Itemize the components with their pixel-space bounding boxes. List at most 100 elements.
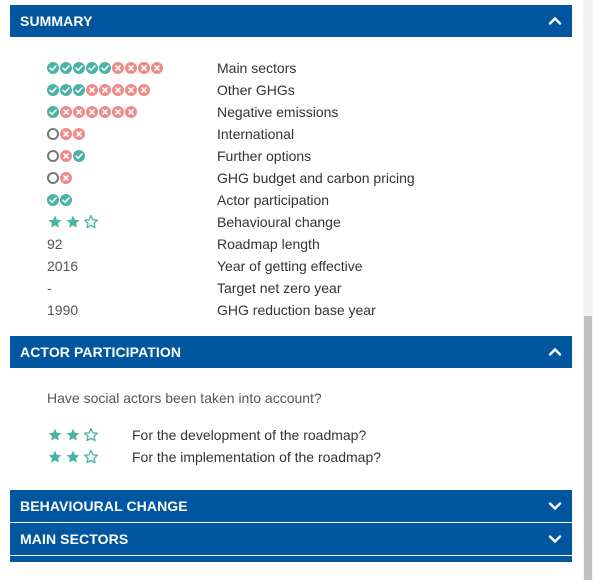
check-icon	[60, 62, 72, 74]
summary-title: SUMMARY	[20, 13, 93, 29]
cross-icon	[138, 84, 150, 96]
summary-row: 1990 GHG reduction base year	[10, 299, 572, 321]
report-content: SUMMARY Main sectors Other GHGs Negative e…	[10, 0, 572, 562]
star-filled-icon	[66, 428, 80, 441]
summary-indicator	[10, 172, 217, 184]
summary-label: Actor participation	[217, 192, 330, 208]
summary-label: International	[217, 126, 295, 142]
summary-row: 2016 Year of getting effective	[10, 255, 572, 277]
summary-header[interactable]: SUMMARY	[10, 5, 572, 37]
summary-label: Target net zero year	[217, 280, 342, 296]
summary-value: 2016	[47, 258, 79, 274]
star-filled-icon	[48, 428, 62, 441]
check-icon	[99, 62, 111, 74]
check-icon	[47, 194, 59, 206]
cross-icon	[73, 128, 85, 140]
empty-circle-icon	[47, 128, 59, 140]
summary-row: Negative emissions	[10, 101, 572, 123]
summary-indicator	[10, 84, 217, 96]
summary-label: Year of getting effective	[217, 258, 363, 274]
check-icon	[73, 84, 85, 96]
summary-value: 92	[47, 236, 63, 252]
actor-participation-header[interactable]: ACTOR PARTICIPATION	[10, 336, 572, 368]
cross-icon	[125, 62, 137, 74]
summary-value: 1990	[47, 302, 79, 318]
summary-row: Other GHGs	[10, 79, 572, 101]
cross-icon	[112, 106, 124, 118]
actor-row: For the implementation of the roadmap?	[10, 446, 572, 468]
check-icon	[73, 150, 85, 162]
actor-question: Have social actors been taken into accou…	[47, 390, 322, 406]
summary-label: GHG budget and carbon pricing	[217, 170, 415, 186]
cross-icon	[73, 106, 85, 118]
cross-icon	[125, 84, 137, 96]
scrollbar-thumb[interactable]	[584, 316, 592, 580]
cross-icon	[99, 106, 111, 118]
empty-circle-icon	[47, 150, 59, 162]
cross-icon	[112, 84, 124, 96]
summary-indicator: 92	[10, 236, 217, 252]
summary-row: Further options	[10, 145, 572, 167]
actor-participation-body: Have social actors been taken into accou…	[10, 368, 572, 488]
cross-icon	[86, 84, 98, 96]
cross-icon	[125, 106, 137, 118]
star-filled-icon	[48, 215, 62, 228]
summary-row: 92 Roadmap length	[10, 233, 572, 255]
star-filled-icon	[66, 450, 80, 463]
summary-label: Behavioural change	[217, 214, 341, 230]
actor-participation-title: ACTOR PARTICIPATION	[20, 344, 182, 360]
check-icon	[47, 84, 59, 96]
summary-label: Roadmap length	[217, 236, 320, 252]
check-icon	[86, 62, 98, 74]
star-empty-icon	[84, 428, 98, 442]
actor-rating	[10, 427, 132, 443]
summary-indicator: 2016	[10, 258, 217, 274]
actor-label: For the development of the roadmap?	[132, 427, 367, 443]
summary-row: - Target net zero year	[10, 277, 572, 299]
star-empty-icon	[84, 450, 98, 464]
summary-indicator	[10, 194, 217, 206]
actor-row: For the development of the roadmap?	[10, 424, 572, 446]
star-rating	[47, 214, 99, 230]
star-filled-icon	[66, 215, 80, 228]
cross-icon	[138, 62, 150, 74]
cross-icon	[60, 128, 72, 140]
check-icon	[60, 194, 72, 206]
chevron-up-icon[interactable]	[548, 345, 562, 359]
summary-label: GHG reduction base year	[217, 302, 376, 318]
summary-label: Further options	[217, 148, 312, 164]
cross-icon	[60, 106, 72, 118]
summary-label: Main sectors	[217, 60, 297, 76]
main-sectors-title: MAIN SECTORS	[20, 531, 129, 547]
summary-indicator	[10, 106, 217, 118]
star-empty-icon	[84, 215, 98, 229]
cross-icon	[60, 172, 72, 184]
summary-label: Other GHGs	[217, 82, 295, 98]
chevron-down-icon[interactable]	[548, 532, 562, 546]
check-icon	[47, 106, 59, 118]
summary-indicator: -	[10, 280, 217, 296]
check-icon	[47, 62, 59, 74]
star-rating	[47, 449, 132, 465]
cross-icon	[86, 106, 98, 118]
summary-row: International	[10, 123, 572, 145]
next-section-header[interactable]	[10, 556, 572, 562]
empty-circle-icon	[47, 172, 59, 184]
summary-indicator	[10, 62, 217, 74]
summary-row: GHG budget and carbon pricing	[10, 167, 572, 189]
summary-indicator	[10, 150, 217, 162]
behavioural-change-header[interactable]: BEHAVIOURAL CHANGE	[10, 490, 572, 522]
cross-icon	[60, 150, 72, 162]
cross-icon	[99, 84, 111, 96]
summary-indicator	[10, 214, 217, 230]
cross-icon	[151, 62, 163, 74]
actor-label: For the implementation of the roadmap?	[132, 449, 382, 465]
summary-row: Main sectors	[10, 57, 572, 79]
main-sectors-header[interactable]: MAIN SECTORS	[10, 523, 572, 555]
behavioural-change-title: BEHAVIOURAL CHANGE	[20, 498, 188, 514]
chevron-down-icon[interactable]	[548, 499, 562, 513]
actor-rating	[10, 449, 132, 465]
star-rating	[47, 427, 132, 443]
scrollbar[interactable]	[583, 0, 593, 580]
chevron-up-icon[interactable]	[548, 14, 562, 28]
